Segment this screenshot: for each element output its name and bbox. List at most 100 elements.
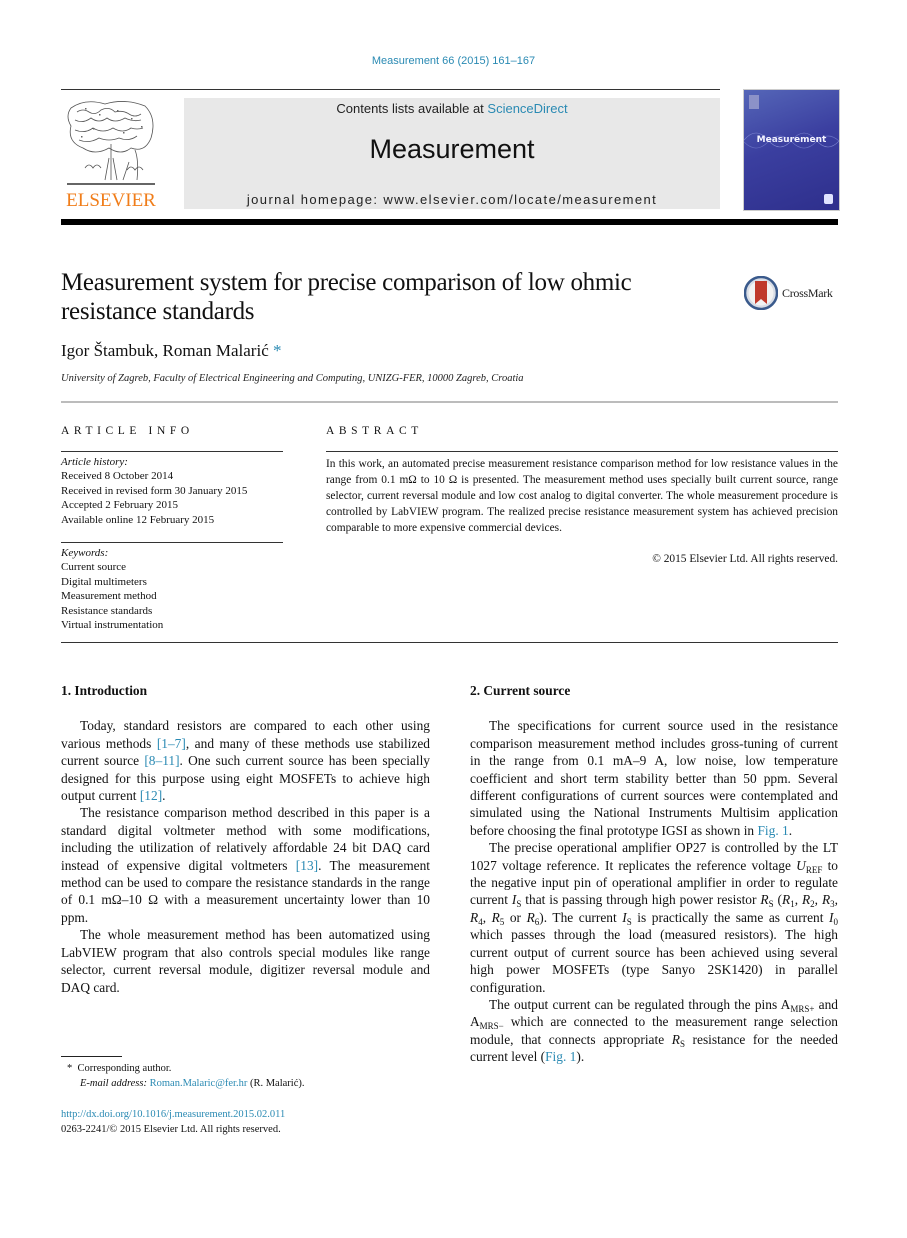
symbol: A	[470, 1014, 480, 1030]
article-title: Measurement system for precise compariso…	[61, 269, 632, 325]
keyword-item: Virtual instrumentation	[61, 619, 164, 632]
symbol: R	[526, 909, 535, 925]
history-item: Received 8 October 2014	[61, 470, 174, 483]
crossmark-icon	[744, 276, 778, 310]
symbol: R	[470, 909, 479, 925]
text-run: which passes through the load (measured …	[470, 927, 838, 995]
body-separator-rule	[61, 642, 838, 643]
affiliation: University of Zagreb, Faculty of Electri…	[61, 373, 524, 384]
contents-prefix: Contents lists available at	[336, 101, 488, 116]
email-link[interactable]: Roman.Malaric@fer.hr	[150, 1078, 248, 1089]
footnote: * Corresponding author. E-mail address: …	[61, 1061, 441, 1091]
author-list: Igor Štambuk, Roman Malarić *	[61, 341, 282, 361]
footnote-text: Corresponding author.	[77, 1063, 172, 1074]
doi-link[interactable]: http://dx.doi.org/10.1016/j.measurement.…	[61, 1109, 285, 1120]
right-column: 2. Current source The specifications for…	[470, 682, 838, 1066]
history-item: Available online 12 February 2015	[61, 513, 215, 526]
journal-cover-image[interactable]: Measurement	[743, 89, 840, 211]
text-run: The specifications for current source us…	[470, 718, 838, 838]
footnote-rule	[61, 1056, 122, 1057]
crossmark-button[interactable]: CrossMark	[744, 276, 844, 312]
subscript: REF	[805, 864, 823, 875]
symbol: R	[782, 892, 791, 908]
citation-link[interactable]: [12]	[140, 788, 162, 803]
corresponding-author-marker[interactable]: *	[273, 341, 282, 360]
journal-citation-link[interactable]: Measurement 66 (2015) 161–167	[0, 55, 907, 67]
history-label: Article history:	[61, 456, 128, 468]
journal-name: Measurement	[369, 134, 535, 164]
article-history: Article history: Received 8 October 2014…	[61, 455, 291, 527]
elsevier-tree-icon	[67, 101, 155, 185]
text-run: (	[773, 892, 782, 908]
keyword-item: Resistance standards	[61, 604, 153, 617]
keyword-item: Measurement method	[61, 590, 157, 603]
article-info-rule	[61, 451, 283, 452]
keywords-label: Keywords:	[61, 547, 109, 559]
header-top-rule	[61, 89, 720, 90]
email-label: E-mail address:	[80, 1078, 147, 1089]
text-run: and	[814, 996, 838, 1012]
citation-link[interactable]: [13]	[296, 858, 318, 873]
subscript: 0	[833, 916, 839, 927]
citation-link[interactable]: [8–11]	[144, 753, 179, 768]
history-item: Accepted 2 February 2015	[61, 499, 178, 512]
history-item: Received in revised form 30 January 2015	[61, 484, 248, 497]
header-thick-rule	[61, 219, 838, 225]
subscript: MRS−	[479, 1021, 504, 1032]
affiliation-rule	[61, 401, 838, 403]
article-info-heading: ARTICLE INFO	[61, 425, 194, 437]
text-run: The precise operational amplifier OP27 i…	[470, 840, 838, 873]
symbol: R	[801, 892, 811, 908]
citation-link[interactable]: [1–7]	[157, 736, 186, 751]
elsevier-logo[interactable]: ELSEVIER	[61, 98, 161, 211]
current-source-paragraph: The specifications for current source us…	[470, 717, 838, 839]
text-run: ,	[814, 892, 822, 908]
abstract-text: In this work, an automated precise measu…	[326, 458, 838, 534]
text-run: .	[788, 822, 793, 838]
cover-title: Measurement	[756, 135, 827, 145]
sciencedirect-link[interactable]: ScienceDirect	[487, 101, 567, 116]
intro-paragraph: The whole measurement method has been au…	[61, 927, 430, 995]
abstract-copyright: © 2015 Elsevier Ltd. All rights reserved…	[652, 553, 838, 565]
intro-paragraph: The resistance comparison method describ…	[61, 804, 430, 926]
symbol: R	[491, 909, 500, 925]
figure-link[interactable]: Fig. 1	[757, 823, 788, 838]
email-line: E-mail address: Roman.Malaric@fer.hr (R.…	[61, 1076, 441, 1091]
section-heading-introduction: 1. Introduction	[61, 683, 148, 698]
figure-link[interactable]: Fig. 1	[545, 1049, 576, 1064]
abstract-heading: ABSTRACT	[326, 425, 423, 437]
symbol: A	[780, 996, 791, 1012]
left-column: 1. Introduction Today, standard resistor…	[61, 682, 430, 996]
footnote-marker: *	[67, 1063, 73, 1074]
text-run: that is passing through high power resis…	[521, 892, 761, 908]
keywords-rule	[61, 542, 283, 543]
text-run: The output current can be regulated thro…	[489, 996, 781, 1012]
email-owner: (R. Malarić).	[247, 1078, 305, 1089]
cover-imeko-badge	[824, 194, 833, 204]
abstract-rule	[326, 451, 838, 452]
keywords: Keywords: Current source Digital multime…	[61, 546, 291, 632]
current-source-paragraph: The precise operational amplifier OP27 i…	[470, 839, 838, 996]
contents-line: Contents lists available at ScienceDirec…	[184, 101, 720, 116]
text-run: ,	[794, 892, 802, 908]
author-names: Igor Štambuk, Roman Malarić	[61, 341, 269, 360]
journal-homepage-link[interactable]: journal homepage: www.elsevier.com/locat…	[184, 192, 720, 207]
subscript: MRS+	[790, 1003, 815, 1014]
crossmark-label: CrossMark	[782, 286, 833, 300]
keyword-item: Digital multimeters	[61, 575, 147, 588]
text-run: is practically the same as current	[631, 909, 830, 925]
keyword-item: Current source	[61, 561, 127, 574]
symbol: R	[760, 892, 769, 908]
issn-line: 0263-2241/© 2015 Elsevier Ltd. All right…	[61, 1124, 281, 1135]
symbol: R	[671, 1031, 680, 1047]
text-run: .	[162, 788, 166, 804]
elsevier-wordmark: ELSEVIER	[66, 190, 156, 211]
symbol: U	[796, 857, 806, 873]
corresponding-author-note: * Corresponding author.	[61, 1061, 441, 1076]
text-run: or	[504, 909, 527, 925]
cover-elsevier-mark	[749, 95, 759, 109]
doi-block: http://dx.doi.org/10.1016/j.measurement.…	[61, 1107, 441, 1137]
current-source-paragraph: The output current can be regulated thro…	[470, 996, 838, 1066]
text-run: ).	[576, 1049, 585, 1065]
intro-paragraph: Today, standard resistors are compared t…	[61, 717, 430, 804]
